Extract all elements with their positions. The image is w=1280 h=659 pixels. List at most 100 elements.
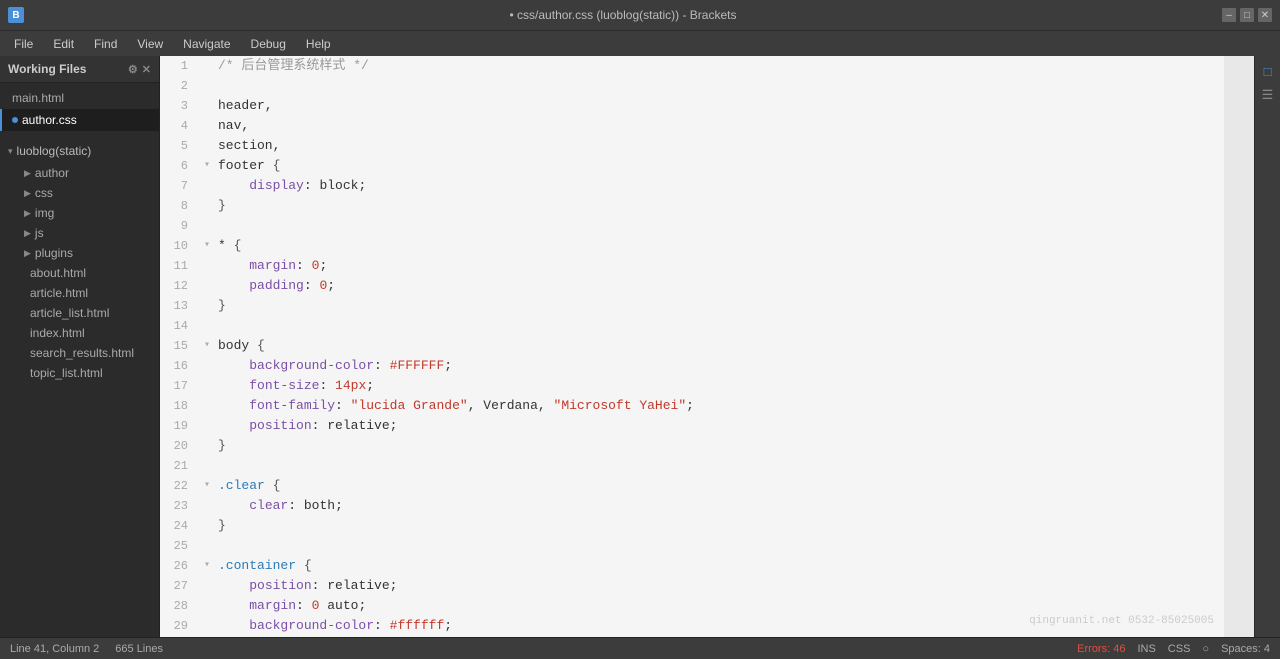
folder-name: plugins <box>35 246 73 260</box>
code-line-26: 26 ▾ .container { <box>160 556 1224 576</box>
code-line-11: 11 margin: 0; <box>160 256 1224 276</box>
title-bar-title: • css/author.css (luoblog(static)) - Bra… <box>24 8 1222 22</box>
file-about-html[interactable]: about.html <box>16 263 159 283</box>
code-line-14: 14 <box>160 316 1224 336</box>
status-circle[interactable]: ○ <box>1202 643 1209 655</box>
file-index-html[interactable]: index.html <box>16 323 159 343</box>
status-bar: Line 41, Column 2 665 Lines Errors: 46 I… <box>0 637 1280 659</box>
fold-gutter[interactable]: ▾ <box>200 156 214 176</box>
line-content: display: block; <box>214 176 1224 196</box>
working-file-name: author.css <box>22 113 77 127</box>
line-content: font-family: "lucida Grande", Verdana, "… <box>214 396 1224 416</box>
code-line-16: 16 background-color: #FFFFFF; <box>160 356 1224 376</box>
tree-folder-css[interactable]: ▶ css <box>16 183 159 203</box>
close-all-icon[interactable]: ✕ <box>142 63 151 76</box>
file-topic-list-html[interactable]: topic_list.html <box>16 363 159 383</box>
file-article-html[interactable]: article.html <box>16 283 159 303</box>
tree-folder-js[interactable]: ▶ js <box>16 223 159 243</box>
line-content: background-color: #FFFFFF; <box>214 356 1224 376</box>
line-number: 19 <box>160 416 200 436</box>
line-number: 20 <box>160 436 200 456</box>
code-editor[interactable]: 1 /* 后台管理系统样式 */ 2 3 header, 4 nav, <box>160 56 1224 637</box>
code-line-30: 30 max-width: 1800px; <box>160 636 1224 637</box>
panel-icon-list[interactable]: ☰ <box>1257 84 1279 106</box>
folder-arrow: ▶ <box>24 228 31 239</box>
code-line-13: 13 } <box>160 296 1224 316</box>
line-number: 30 <box>160 636 200 637</box>
maximize-button[interactable]: □ <box>1240 8 1254 22</box>
menu-bar: File Edit Find View Navigate Debug Help <box>0 30 1280 56</box>
menu-view[interactable]: View <box>127 35 173 53</box>
close-button[interactable]: ✕ <box>1258 8 1272 22</box>
code-line-3: 3 header, <box>160 96 1224 116</box>
code-line-8: 8 } <box>160 196 1224 216</box>
code-line-18: 18 font-family: "lucida Grande", Verdana… <box>160 396 1224 416</box>
right-panel: □ ☰ <box>1254 56 1280 637</box>
fold-gutter[interactable]: ▾ <box>200 236 214 256</box>
line-number: 16 <box>160 356 200 376</box>
project-root-label: luoblog(static) <box>17 144 92 158</box>
file-search-results-html[interactable]: search_results.html <box>16 343 159 363</box>
working-files-header: Working Files ⚙ ✕ <box>0 56 159 83</box>
menu-file[interactable]: File <box>4 35 43 53</box>
file-article-list-html[interactable]: article_list.html <box>16 303 159 323</box>
line-number: 27 <box>160 576 200 596</box>
title-bar: B • css/author.css (luoblog(static)) - B… <box>0 0 1280 30</box>
code-line-4: 4 nav, <box>160 116 1224 136</box>
active-indicator <box>12 117 18 123</box>
line-content: } <box>214 296 1224 316</box>
line-number: 23 <box>160 496 200 516</box>
code-line-12: 12 padding: 0; <box>160 276 1224 296</box>
settings-icon[interactable]: ⚙ <box>128 63 138 76</box>
status-spaces[interactable]: Spaces: 4 <box>1221 643 1270 655</box>
status-lang[interactable]: CSS <box>1168 643 1191 655</box>
code-line-21: 21 <box>160 456 1224 476</box>
editor-area: 1 /* 后台管理系统样式 */ 2 3 header, 4 nav, <box>160 56 1224 637</box>
menu-find[interactable]: Find <box>84 35 127 53</box>
line-content: clear: both; <box>214 496 1224 516</box>
minimize-button[interactable]: – <box>1222 8 1236 22</box>
status-errors[interactable]: Errors: 46 <box>1077 643 1125 655</box>
menu-navigate[interactable]: Navigate <box>173 35 240 53</box>
sidebar: Working Files ⚙ ✕ main.html author.css ▾… <box>0 56 160 637</box>
minimap[interactable] <box>1224 56 1254 637</box>
working-file-author-css[interactable]: author.css <box>0 109 159 131</box>
line-content: font-size: 14px; <box>214 376 1224 396</box>
folder-arrow: ▶ <box>24 168 31 179</box>
status-position: Line 41, Column 2 <box>10 643 99 655</box>
line-number: 3 <box>160 96 200 116</box>
folder-arrow: ▶ <box>24 208 31 219</box>
working-files-label: Working Files <box>8 62 86 76</box>
folder-arrow: ▶ <box>24 188 31 199</box>
code-line-20: 20 } <box>160 436 1224 456</box>
fold-gutter[interactable]: ▾ <box>200 336 214 356</box>
line-number: 26 <box>160 556 200 576</box>
menu-help[interactable]: Help <box>296 35 341 53</box>
line-number: 12 <box>160 276 200 296</box>
panel-icon-graph[interactable]: □ <box>1257 60 1279 82</box>
line-content: padding: 0; <box>214 276 1224 296</box>
tree-folder-author[interactable]: ▶ author <box>16 163 159 183</box>
folder-name: css <box>35 186 53 200</box>
tree-folder-plugins[interactable]: ▶ plugins <box>16 243 159 263</box>
line-number: 9 <box>160 216 200 236</box>
project-root[interactable]: ▾ luoblog(static) <box>0 139 159 163</box>
line-number: 1 <box>160 56 200 76</box>
code-line-17: 17 font-size: 14px; <box>160 376 1224 396</box>
working-files-list: main.html author.css <box>0 83 159 135</box>
tree-folder-img[interactable]: ▶ img <box>16 203 159 223</box>
title-bar-controls[interactable]: – □ ✕ <box>1222 8 1272 22</box>
line-content: body { <box>214 336 1224 356</box>
code-line-6: 6 ▾ footer { <box>160 156 1224 176</box>
menu-debug[interactable]: Debug <box>241 35 296 53</box>
fold-gutter[interactable]: ▾ <box>200 556 214 576</box>
line-content: /* 后台管理系统样式 */ <box>214 56 1224 76</box>
menu-edit[interactable]: Edit <box>43 35 84 53</box>
code-line-24: 24 } <box>160 516 1224 536</box>
working-file-name: main.html <box>12 91 64 105</box>
fold-gutter[interactable]: ▾ <box>200 476 214 496</box>
status-ins[interactable]: INS <box>1137 643 1155 655</box>
working-file-main-html[interactable]: main.html <box>0 87 159 109</box>
line-number: 14 <box>160 316 200 336</box>
code-line-9: 9 <box>160 216 1224 236</box>
